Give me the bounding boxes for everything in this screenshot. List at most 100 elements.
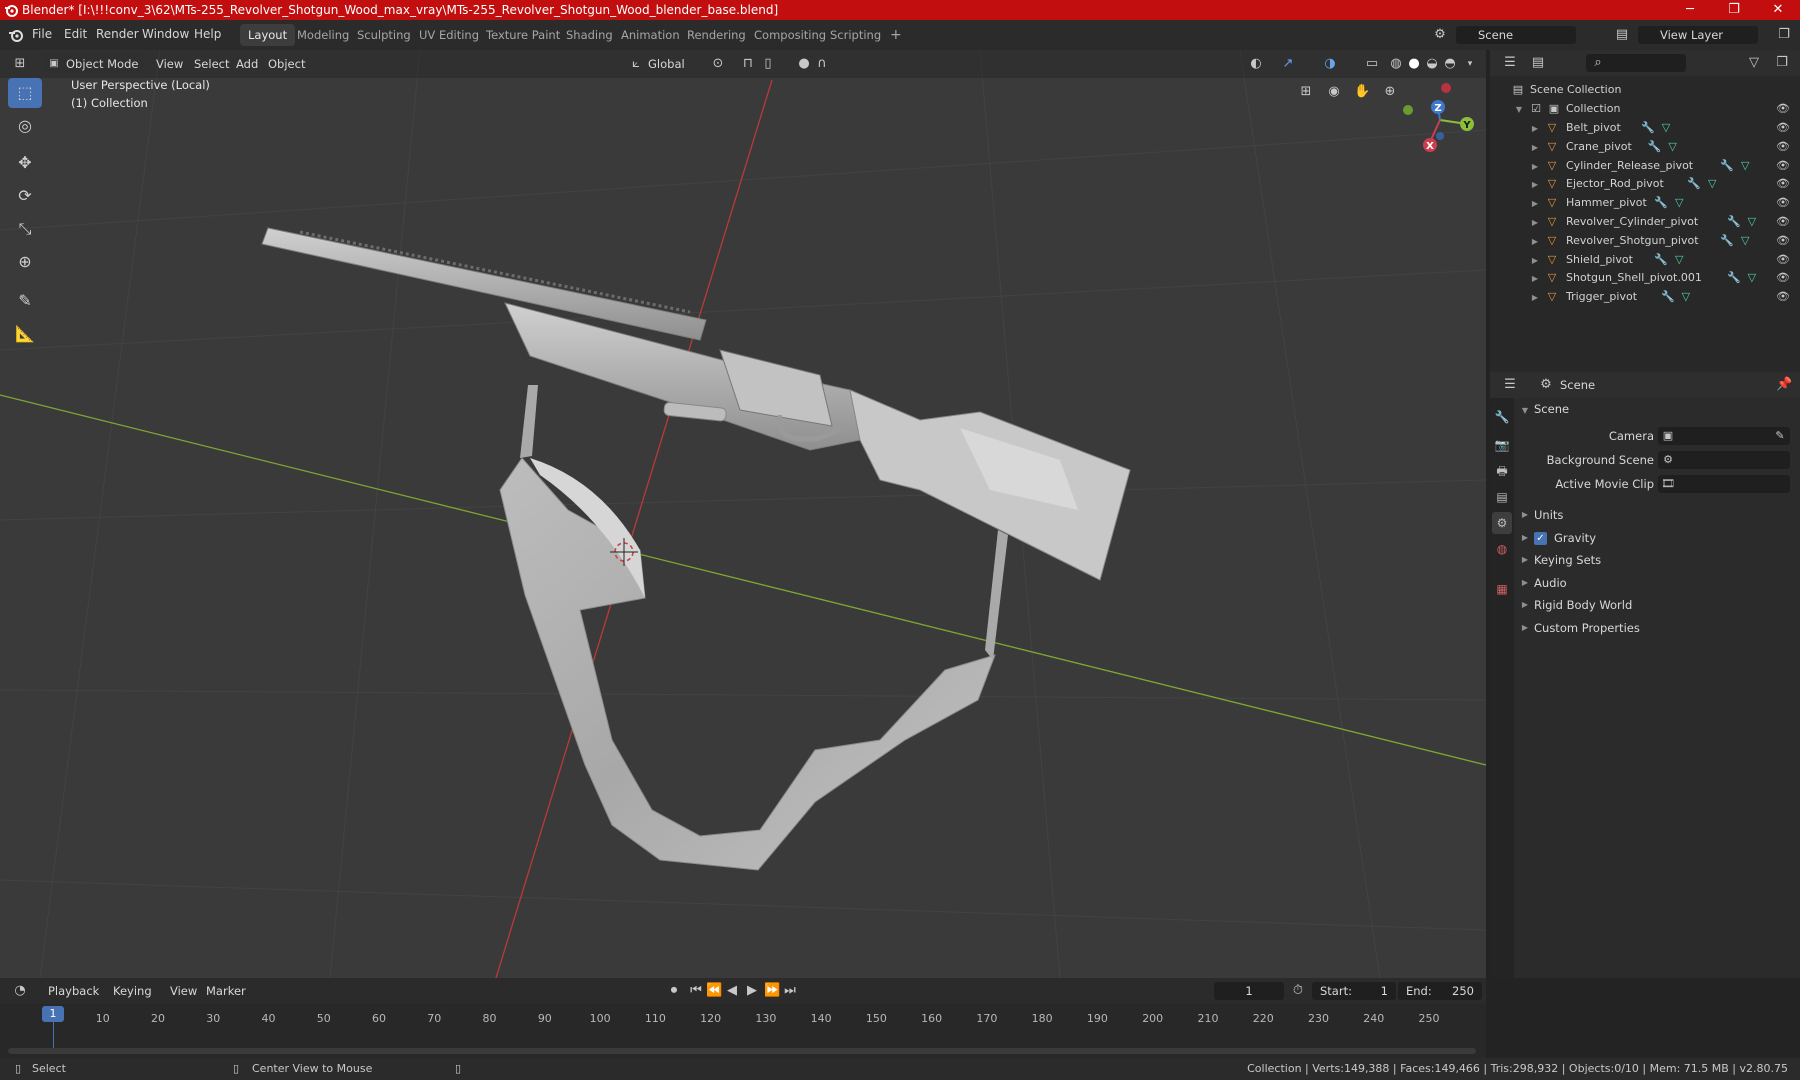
visibility-filter-icon[interactable]: ◐	[1248, 56, 1264, 72]
gizmo-toggle-icon[interactable]: ↗	[1280, 56, 1296, 72]
material-shading-icon[interactable]: ◒	[1424, 56, 1440, 72]
tab-sculpting[interactable]: Sculpting	[349, 24, 419, 46]
modifier-wrench-icon[interactable]: 🔧	[1719, 158, 1735, 174]
expand-arrow-icon[interactable]: ▶	[1530, 138, 1540, 157]
mesh-data-icon[interactable]: ▽	[1665, 139, 1681, 155]
visibility-eye-icon[interactable]: 👁	[1776, 212, 1790, 231]
menu-render[interactable]: Render	[96, 27, 139, 41]
tab-scripting[interactable]: Scripting	[822, 24, 889, 46]
modifier-wrench-icon[interactable]: 🔧	[1660, 289, 1676, 305]
menu-file[interactable]: File	[32, 27, 52, 41]
visibility-eye-icon[interactable]: 👁	[1776, 193, 1790, 212]
scale-tool[interactable]: ⤡	[8, 214, 42, 244]
scene-panel-title[interactable]: Scene	[1534, 402, 1569, 416]
modifier-wrench-icon[interactable]: 🔧	[1719, 233, 1735, 249]
tool-tab-icon[interactable]: 🔧	[1492, 406, 1512, 428]
mesh-data-icon[interactable]: ▽	[1658, 120, 1674, 136]
transform-orientation-dropdown[interactable]: Global	[648, 54, 685, 74]
visibility-eye-icon[interactable]: 👁	[1776, 250, 1790, 269]
background-scene-field[interactable]: ⚙	[1658, 451, 1790, 469]
property-section-keying-sets[interactable]: ▶ Keying Sets	[1490, 551, 1800, 571]
section-expand-arrow-icon[interactable]: ▶	[1520, 555, 1530, 564]
visibility-eye-icon[interactable]: 👁	[1776, 137, 1790, 156]
property-section-custom-properties[interactable]: ▶ Custom Properties	[1490, 619, 1800, 639]
outliner-item[interactable]: ▶ ▽ Ejector_Rod_pivot 🔧 ▽ 👁	[1490, 174, 1800, 193]
annotate-tool[interactable]: ✎	[8, 286, 42, 316]
menu-keying[interactable]: Keying	[113, 981, 152, 1001]
scene-panel-arrow-icon[interactable]: ▼	[1520, 406, 1530, 415]
timeline-scrollbar[interactable]	[8, 1048, 1476, 1054]
outliner-item[interactable]: ▶ ▽ Revolver_Shotgun_pivot 🔧 ▽ 👁	[1490, 231, 1800, 250]
preview-range-icon[interactable]: ⏱	[1290, 983, 1306, 999]
measure-tool[interactable]: 📐	[8, 319, 42, 349]
current-frame-field[interactable]: 1	[1214, 982, 1284, 1000]
view-layer-new-icon[interactable]: ❐	[1776, 27, 1792, 43]
mesh-data-icon[interactable]: ▽	[1737, 233, 1753, 249]
tab-shading[interactable]: Shading	[558, 24, 621, 46]
visibility-eye-icon[interactable]: 👁	[1776, 268, 1790, 287]
pivot-point-icon[interactable]: ⊙	[710, 56, 726, 72]
menu-object[interactable]: Object	[268, 54, 305, 74]
xray-toggle-icon[interactable]: ▭	[1364, 56, 1380, 72]
visibility-eye-icon[interactable]: 👁	[1776, 118, 1790, 137]
tab-texture-paint[interactable]: Texture Paint	[478, 24, 568, 46]
menu-window[interactable]: Window	[142, 27, 189, 41]
jump-start-icon[interactable]: ⏮	[688, 983, 704, 999]
view-layer-tab-icon[interactable]: ▤	[1492, 486, 1512, 508]
menu-add[interactable]: Add	[236, 54, 258, 74]
mesh-data-icon[interactable]: ▽	[1744, 214, 1760, 230]
expand-arrow-icon[interactable]: ▶	[1530, 157, 1540, 176]
view-layer-selector[interactable]: View Layer	[1638, 26, 1758, 44]
outliner-item[interactable]: ▶ ▽ Shield_pivot 🔧 ▽ 👁	[1490, 250, 1800, 269]
mesh-data-icon[interactable]: ▽	[1671, 252, 1687, 268]
modifier-wrench-icon[interactable]: 🔧	[1640, 120, 1656, 136]
snap-icon[interactable]: ⊓	[740, 56, 756, 72]
gravity-checkbox[interactable]: ✓	[1534, 531, 1547, 545]
end-frame-field[interactable]: End: 250	[1398, 982, 1482, 1000]
modifier-wrench-icon[interactable]: 🔧	[1653, 252, 1669, 268]
outliner-item[interactable]: ▶ ▽ Belt_pivot 🔧 ▽ 👁	[1490, 118, 1800, 137]
modifier-wrench-icon[interactable]: 🔧	[1726, 270, 1742, 286]
section-expand-arrow-icon[interactable]: ▶	[1520, 510, 1530, 519]
section-expand-arrow-icon[interactable]: ▶	[1520, 578, 1530, 587]
expand-arrow-icon[interactable]: ▶	[1530, 288, 1540, 307]
jump-keyframe-forward-icon[interactable]: ⏩	[764, 983, 780, 999]
mesh-data-icon[interactable]: ▽	[1671, 195, 1687, 211]
add-workspace-button[interactable]: +	[882, 24, 910, 46]
eyedropper-icon[interactable]: ✎	[1772, 428, 1788, 444]
modifier-wrench-icon[interactable]: 🔧	[1686, 176, 1702, 192]
play-icon[interactable]: ▶	[744, 983, 760, 999]
outliner-collection[interactable]: ▼ ☑ ▣ Collection 👁	[1490, 99, 1800, 118]
visibility-eye-icon[interactable]: 👁	[1776, 156, 1790, 175]
outliner-scene-collection[interactable]: ▤ Scene Collection	[1490, 80, 1800, 99]
tab-layout[interactable]: Layout	[240, 24, 296, 46]
modifier-wrench-icon[interactable]: 🔧	[1726, 214, 1742, 230]
expand-arrow-icon[interactable]: ▶	[1530, 269, 1540, 288]
move-tool[interactable]: ✥	[8, 148, 42, 178]
expand-arrow-icon[interactable]: ▶	[1530, 213, 1540, 232]
menu-marker[interactable]: Marker	[206, 981, 246, 1001]
active-movie-clip-field[interactable]: 🎞	[1658, 475, 1790, 493]
blender-menu-icon[interactable]	[8, 27, 24, 43]
menu-playback[interactable]: Playback	[48, 981, 99, 1001]
expand-arrow-icon[interactable]: ▶	[1530, 194, 1540, 213]
tab-rendering[interactable]: Rendering	[679, 24, 754, 46]
jump-end-icon[interactable]: ⏭	[782, 983, 798, 999]
menu-timeline-view[interactable]: View	[170, 981, 197, 1001]
properties-editor-icon[interactable]: ☰	[1502, 377, 1518, 393]
expand-arrow-icon[interactable]: ▶	[1530, 119, 1540, 138]
jump-keyframe-back-icon[interactable]: ⏪	[706, 983, 722, 999]
render-tab-icon[interactable]: 📷	[1492, 434, 1512, 456]
outliner-item[interactable]: ▶ ▽ Crane_pivot 🔧 ▽ 👁	[1490, 137, 1800, 156]
playhead-frame-badge[interactable]: 1	[42, 1006, 64, 1022]
expand-arrow-icon[interactable]: ▶	[1530, 251, 1540, 270]
mesh-data-icon[interactable]: ▽	[1744, 270, 1760, 286]
outliner-editor-icon[interactable]: ☰	[1502, 55, 1518, 71]
property-section-gravity[interactable]: ▶ ✓ Gravity	[1490, 529, 1800, 549]
select-box-tool[interactable]: ⬚	[8, 78, 42, 108]
shading-options-icon[interactable]: ▾	[1462, 56, 1478, 72]
close-button[interactable]: ✕	[1756, 0, 1800, 20]
expand-arrow-icon[interactable]: ▶	[1530, 232, 1540, 251]
mesh-data-icon[interactable]: ▽	[1704, 176, 1720, 192]
rendered-shading-icon[interactable]: ◓	[1442, 56, 1458, 72]
